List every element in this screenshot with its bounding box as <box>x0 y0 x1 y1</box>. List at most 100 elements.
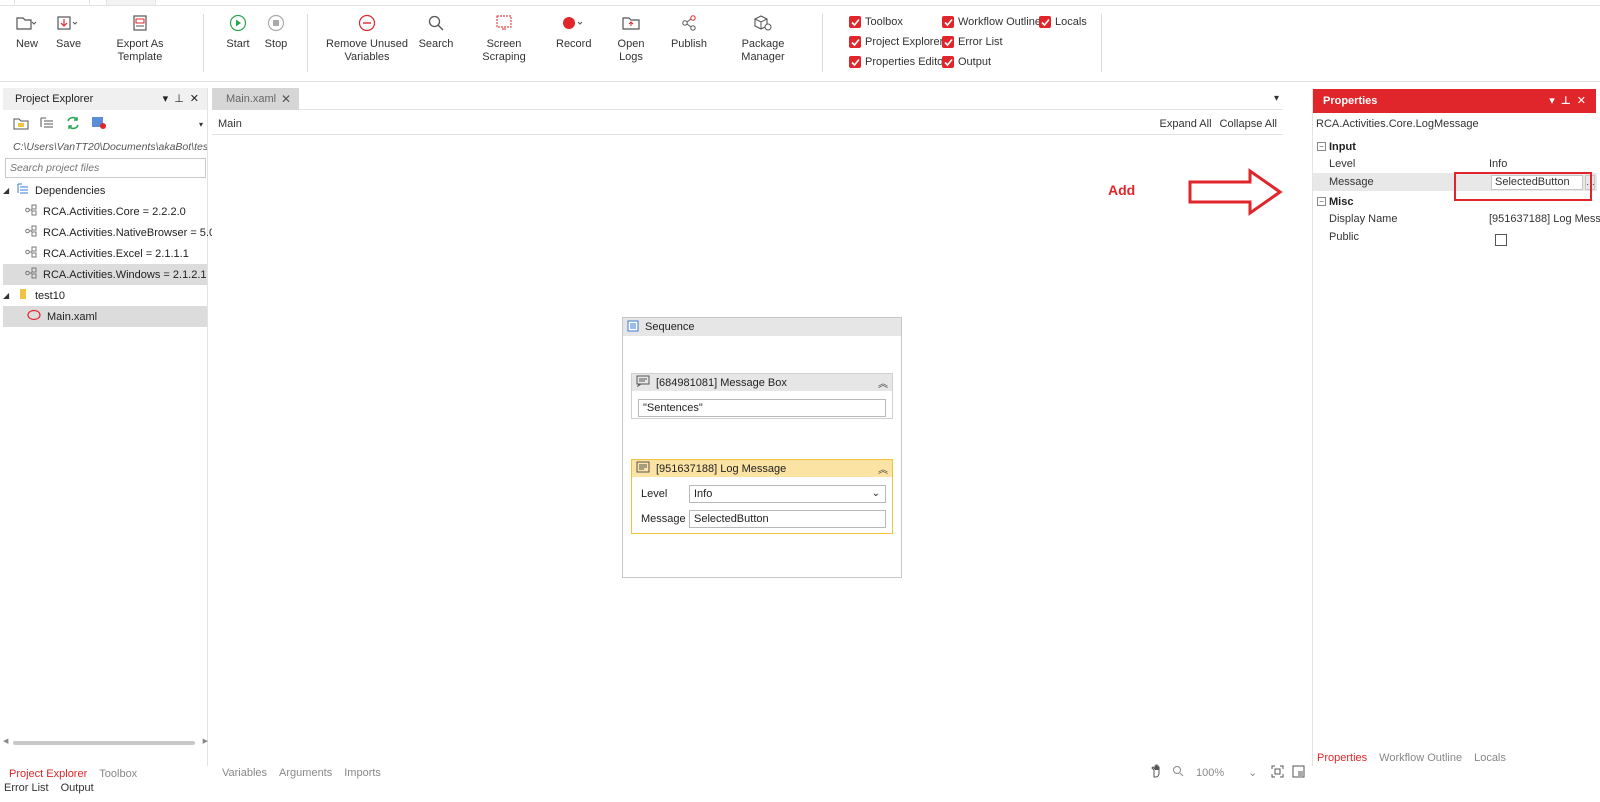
tree-item-main-xaml[interactable]: Main.xaml <box>3 306 207 327</box>
open-logs-button[interactable]: Open Logs <box>606 10 656 64</box>
expand-tree-icon[interactable] <box>39 116 55 133</box>
locals-toggle[interactable]: Locals <box>1039 16 1087 28</box>
refresh-icon[interactable] <box>65 116 81 133</box>
remove-unused-variables-button[interactable]: Remove Unused Variables <box>326 10 408 64</box>
export-as-template-button[interactable]: Export As Template <box>96 10 184 64</box>
collapse-icon[interactable]: ︽ <box>878 375 888 390</box>
collapse-all-link[interactable]: Collapse All <box>1220 118 1277 130</box>
message-box-icon <box>636 375 650 390</box>
tab-list-menu-icon[interactable]: ▾ <box>1274 93 1279 104</box>
tree-item-dependencies[interactable]: ◢ Dependencies <box>3 180 207 201</box>
collapse-icon[interactable]: ︽ <box>878 461 888 476</box>
panel-menu-icon[interactable]: ▾ <box>163 92 169 105</box>
tree-item-project-folder[interactable]: ◢ test10 <box>3 285 207 306</box>
save-icon <box>56 10 80 36</box>
open-folder-icon[interactable] <box>13 116 29 133</box>
ribbon-separator <box>1101 14 1102 72</box>
package-manager-button[interactable]: Package Manager <box>722 10 804 64</box>
log-message-activity[interactable]: [951637188] Log Message ︽ Level Info ⌄ M… <box>631 459 893 534</box>
pin-icon[interactable]: ⊥ <box>1561 94 1571 107</box>
tab-workflow-outline[interactable]: Workflow Outline <box>1379 752 1462 764</box>
search-project-files-input[interactable] <box>5 158 206 178</box>
sequence-activity[interactable]: Sequence [684981081] Message Box ︽ "Sent… <box>622 317 902 578</box>
export-template-icon <box>96 10 184 36</box>
remove-icon <box>326 10 408 36</box>
ribbon-tab[interactable] <box>106 0 156 6</box>
close-icon[interactable]: ✕ <box>190 92 199 105</box>
bottom-panel-tabs: Error List Output <box>0 778 1600 802</box>
public-checkbox[interactable] <box>1495 234 1507 246</box>
stop-button[interactable]: Stop <box>264 10 288 51</box>
package-dependency-icon <box>25 204 37 219</box>
xaml-file-icon <box>27 309 41 324</box>
properties-header: Properties ▾ ⊥ ✕ <box>1313 89 1596 113</box>
zoom-level[interactable]: 100% <box>1196 767 1224 779</box>
toolbar-overflow-icon[interactable]: ▾ <box>199 120 203 129</box>
project-explorer-header: Project Explorer ▾ ⊥ ✕ <box>3 88 207 110</box>
project-explorer-toggle[interactable]: Project Explorer <box>849 36 943 48</box>
sequence-icon <box>627 320 639 335</box>
tree-item-dependency[interactable]: RCA.Activities.Excel = 2.1.1.1 <box>3 243 207 264</box>
toolbox-toggle[interactable]: Toolbox <box>849 16 903 28</box>
scrollbar-thumb[interactable] <box>13 741 195 745</box>
tree-item-dependency[interactable]: RCA.Activities.Windows = 2.1.2.1 <box>3 264 207 285</box>
project-explorer-toolbar: ▾ <box>3 110 207 138</box>
collapse-group-icon[interactable]: − <box>1317 142 1326 151</box>
tree-item-dependency[interactable]: RCA.Activities.Core = 2.2.2.0 <box>3 201 207 222</box>
project-path: C:\Users\VanTT20\Documents\akaBot\test1 <box>13 141 207 153</box>
horizontal-scrollbar[interactable]: ◀ ▶ <box>3 737 208 747</box>
new-button[interactable]: New <box>14 10 40 51</box>
level-dropdown[interactable]: Info ⌄ <box>689 485 886 503</box>
save-button[interactable]: Save <box>56 10 81 51</box>
ribbon-separator <box>307 14 308 72</box>
scroll-left-icon[interactable]: ◀ <box>3 737 8 745</box>
designer-breadcrumb-bar: Main Expand All Collapse All <box>212 113 1283 135</box>
panel-menu-icon[interactable]: ▾ <box>1549 94 1555 107</box>
start-button[interactable]: Start <box>226 10 250 51</box>
output-toggle[interactable]: Output <box>942 56 991 68</box>
tab-locals[interactable]: Locals <box>1474 752 1506 764</box>
collapse-group-icon[interactable]: − <box>1317 197 1326 206</box>
checkbox-checked-icon <box>942 16 954 28</box>
tree-item-dependency[interactable]: RCA.Activities.NativeBrowser = 5.0.0.2 <box>3 222 233 243</box>
expand-all-link[interactable]: Expand All <box>1160 118 1212 130</box>
breadcrumb[interactable]: Main <box>218 118 242 130</box>
annotation-arrow-icon <box>1188 168 1283 216</box>
workflow-outline-toggle[interactable]: Workflow Outline <box>942 16 1041 28</box>
log-message-header: [951637188] Log Message ︽ <box>632 460 892 477</box>
expanded-arrow-icon[interactable]: ◢ <box>3 291 13 300</box>
error-list-toggle[interactable]: Error List <box>942 36 1003 48</box>
property-group-input[interactable]: − Input <box>1313 138 1597 156</box>
tab-error-list[interactable]: Error List <box>4 782 49 794</box>
properties-editor-toggle[interactable]: Properties Editor <box>849 56 947 68</box>
property-row-public[interactable]: Public <box>1313 228 1597 246</box>
checkbox-checked-icon <box>849 16 861 28</box>
record-button[interactable]: Record <box>556 10 591 51</box>
message-box-text-field[interactable]: "Sentences" <box>638 399 886 417</box>
remove-unused-icon[interactable] <box>91 116 107 133</box>
annotation-add-label: Add <box>1108 182 1136 198</box>
dependencies-icon <box>17 183 29 198</box>
play-icon <box>226 10 250 36</box>
tab-properties[interactable]: Properties <box>1317 752 1367 764</box>
publish-button[interactable]: Publish <box>670 10 708 51</box>
close-icon[interactable]: ✕ <box>1577 94 1586 107</box>
property-row-level[interactable]: Level Info <box>1313 155 1597 173</box>
message-label: Message <box>641 513 686 525</box>
close-tab-icon[interactable]: ✕ <box>281 92 291 106</box>
screen-scraping-button[interactable]: Screen Scraping <box>466 10 542 64</box>
log-message-text-field[interactable]: SelectedButton <box>689 510 886 528</box>
sequence-header: Sequence <box>623 318 901 336</box>
checkbox-checked-icon <box>942 36 954 48</box>
ribbon-tab-active[interactable] <box>14 0 90 6</box>
search-button[interactable]: Search <box>418 10 454 51</box>
expanded-arrow-icon[interactable]: ◢ <box>3 186 13 195</box>
tab-main-xaml[interactable]: Main.xaml ✕ <box>212 88 299 110</box>
record-icon <box>556 10 590 36</box>
scroll-right-icon[interactable]: ▶ <box>203 737 208 745</box>
pin-icon[interactable]: ⊥ <box>174 92 184 105</box>
message-box-activity[interactable]: [684981081] Message Box ︽ "Sentences" <box>631 373 893 419</box>
tab-output[interactable]: Output <box>61 782 94 794</box>
package-dependency-icon <box>25 225 37 240</box>
property-row-display-name[interactable]: Display Name [951637188] Log Messa <box>1313 210 1600 228</box>
